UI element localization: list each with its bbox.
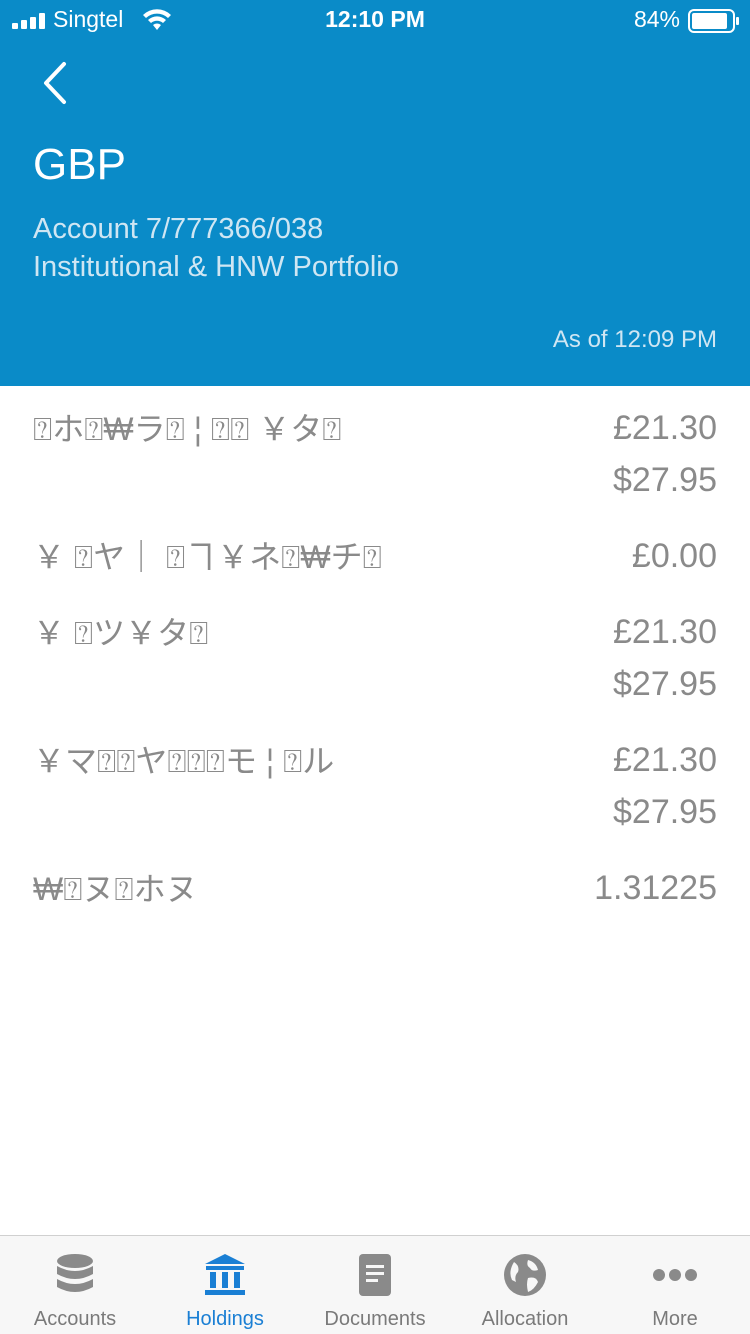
row-label: ⍰ホ⍰₩ラ⍰ ¦ ⍰⍰ ￥タ⍰	[33, 411, 342, 447]
row-value-gbp: £21.30	[613, 741, 717, 779]
tab-allocation[interactable]: Allocation	[450, 1236, 600, 1334]
list-item[interactable]: ￥マ⍰⍰ヤ⍰⍰⍰モ ¦ ⍰ル £21.30 $27.95	[0, 718, 750, 846]
battery-percent: 84%	[633, 6, 680, 32]
tab-label: Holdings	[186, 1308, 264, 1330]
list-item[interactable]: ₩⍰ヌ⍰ホヌ 1.31225	[0, 846, 750, 926]
battery-icon	[688, 9, 739, 33]
holdings-list: ⍰ホ⍰₩ラ⍰ ¦ ⍰⍰ ￥タ⍰ £21.30 $27.95 ￥ ⍰ヤ｜ ⍰ヿ￥ネ…	[0, 386, 750, 926]
more-dots-icon	[653, 1269, 697, 1281]
list-item[interactable]: ⍰ホ⍰₩ラ⍰ ¦ ⍰⍰ ￥タ⍰ £21.30 $27.95	[0, 386, 750, 514]
portfolio-name: Institutional & HNW Portfolio	[33, 251, 399, 283]
row-values: 1.31225	[594, 862, 717, 914]
bank-icon	[205, 1254, 245, 1295]
back-icon[interactable]	[36, 60, 76, 106]
page-title: GBP	[33, 140, 126, 189]
database-icon	[57, 1254, 93, 1292]
as-of-time: As of 12:09 PM	[552, 326, 717, 353]
row-label: ￥ ⍰ツ￥タ⍰	[33, 615, 209, 651]
row-label: ￥ ⍰ヤ｜ ⍰ヿ￥ネ⍰₩チ⍰	[33, 539, 382, 575]
row-value-gbp: £0.00	[631, 537, 717, 575]
row-values: £21.30 $27.95	[613, 606, 717, 710]
tab-label: Documents	[324, 1308, 426, 1330]
list-item[interactable]: ￥ ⍰ツ￥タ⍰ £21.30 $27.95	[0, 590, 750, 718]
row-values: £21.30 $27.95	[613, 734, 717, 838]
header: Singtel 12:10 PM 84% GBP Account 7/77736…	[0, 0, 750, 386]
tab-more[interactable]: More	[600, 1236, 750, 1334]
list-item[interactable]: ￥ ⍰ヤ｜ ⍰ヿ￥ネ⍰₩チ⍰ £0.00	[0, 514, 750, 590]
tab-accounts[interactable]: Accounts	[0, 1236, 150, 1334]
row-values: £0.00	[632, 530, 717, 582]
tab-holdings[interactable]: Holdings	[150, 1236, 300, 1334]
row-value-usd: $27.95	[613, 461, 717, 499]
row-value-gbp: £21.30	[613, 613, 717, 651]
tab-documents[interactable]: Documents	[300, 1236, 450, 1334]
row-label: ₩⍰ヌ⍰ホヌ	[33, 871, 198, 907]
document-icon	[359, 1254, 391, 1296]
status-bar: Singtel 12:10 PM 84%	[0, 0, 750, 40]
tab-bar: Accounts Holdings Documents Allocation M…	[0, 1235, 750, 1334]
row-value-usd: $27.95	[613, 793, 717, 831]
tab-label: More	[652, 1308, 698, 1330]
row-value-rate: 1.31225	[594, 869, 717, 907]
tab-label: Allocation	[481, 1308, 569, 1330]
row-value-gbp: £21.30	[613, 409, 717, 447]
row-label: ￥マ⍰⍰ヤ⍰⍰⍰モ ¦ ⍰ル	[33, 743, 335, 779]
row-value-usd: $27.95	[613, 665, 717, 703]
row-values: £21.30 $27.95	[613, 402, 717, 506]
account-number: Account 7/777366/038	[33, 213, 324, 245]
tab-label: Accounts	[33, 1308, 117, 1330]
globe-icon	[504, 1254, 546, 1296]
